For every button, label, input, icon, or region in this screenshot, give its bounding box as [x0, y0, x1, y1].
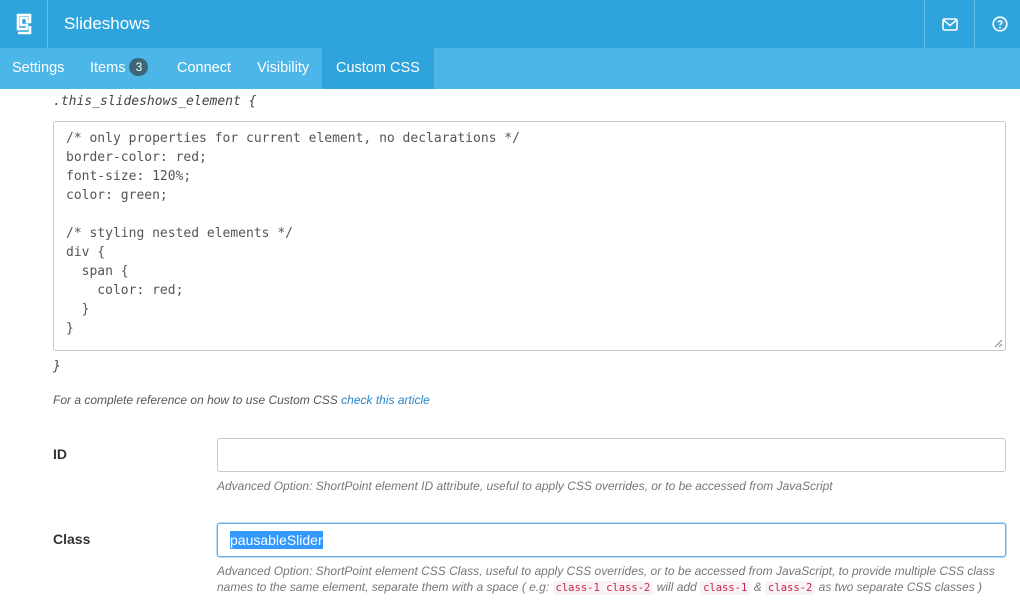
selector-open: .this_slideshows_element { [53, 94, 257, 109]
code-line: border-color: red; [66, 150, 207, 165]
resize-handle-icon[interactable] [994, 339, 1003, 348]
selector-close: } [53, 359, 61, 374]
code-line: div { [66, 245, 106, 260]
id-label: ID [53, 446, 67, 462]
custom-css-panel[interactable]: ​ .this_slideshows_element { /* only pro… [0, 89, 1020, 601]
code-line: } [66, 302, 90, 317]
page-title: Slideshows [64, 14, 150, 33]
tab-custom-css[interactable]: Custom CSS [322, 48, 434, 89]
tab-settings[interactable]: Settings [0, 48, 76, 89]
help-text-part: & [753, 580, 762, 594]
tab-bar: Settings Items 3 Connect Visibility Custo… [0, 48, 1020, 89]
code-class-2: class-2 [765, 581, 816, 595]
tab-connect[interactable]: Connect [165, 48, 243, 89]
class-value: pausableSlider [230, 531, 323, 549]
mail-button[interactable] [924, 0, 974, 48]
code-class-pair: class-1 class-2 [552, 581, 654, 595]
mail-icon [941, 17, 958, 31]
code-line: /* only properties for current element, … [66, 131, 520, 146]
code-line: color: green; [66, 188, 168, 203]
tab-label: Settings [12, 60, 65, 76]
items-count-badge: 3 [129, 58, 149, 76]
reference-text: For a complete reference on how to use C… [53, 393, 338, 407]
code-line: font-size: 120%; [66, 169, 192, 184]
css-code-editor[interactable]: /* only properties for current element, … [53, 121, 1006, 351]
help-text-part: as two separate CSS classes ) [818, 580, 983, 594]
tab-label: Connect [177, 60, 232, 76]
code-line: span { [66, 264, 129, 279]
code-line: /* styling nested elements */ [66, 226, 293, 241]
help-text-part: will add [656, 580, 697, 594]
class-input[interactable]: pausableSlider [217, 523, 1006, 557]
id-input[interactable] [217, 438, 1006, 472]
top-header: Slideshows [0, 0, 1020, 48]
code-line: } [66, 321, 74, 336]
tab-items[interactable]: Items 3 [78, 48, 160, 89]
reference-note: For a complete reference on how to use C… [53, 393, 430, 407]
class-help-text: Advanced Option: ShortPoint element CSS … [217, 563, 997, 596]
code-class-1: class-1 [700, 581, 751, 595]
tab-label: Custom CSS [336, 60, 420, 76]
reference-link[interactable]: check this article [341, 393, 430, 407]
id-help-text: Advanced Option: ShortPoint element ID a… [217, 479, 833, 493]
class-label: Class [53, 531, 91, 547]
tab-label: Items [90, 60, 126, 76]
tab-visibility[interactable]: Visibility [245, 48, 321, 89]
help-circle-icon [991, 16, 1008, 32]
tab-label: Visibility [257, 60, 310, 76]
code-line: color: red; [66, 283, 184, 298]
shortpoint-logo-icon[interactable] [0, 0, 48, 48]
help-button[interactable] [974, 0, 1020, 48]
